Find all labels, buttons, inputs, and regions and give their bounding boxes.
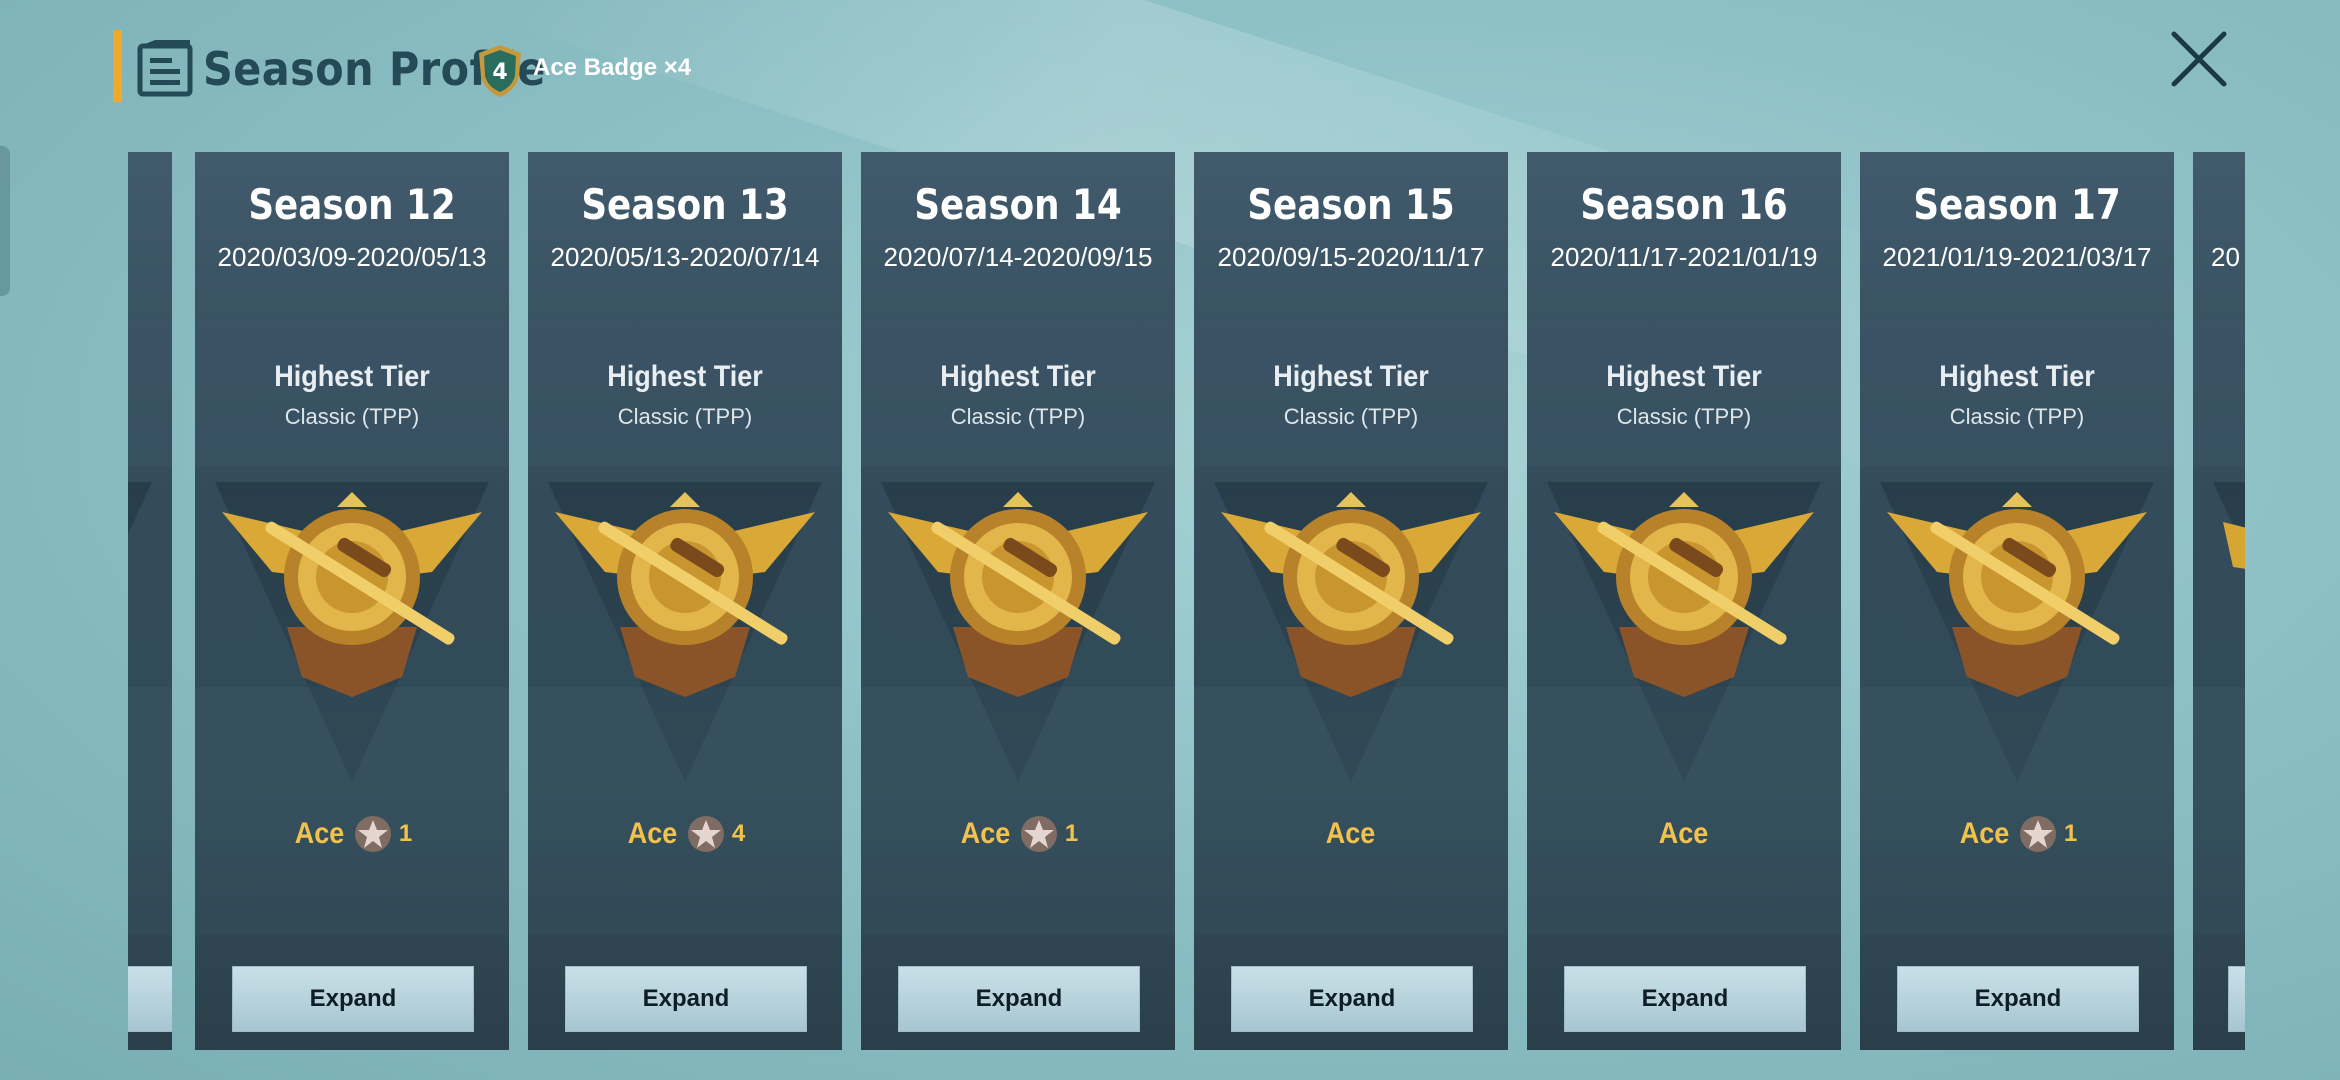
rank-label: Ace — [1326, 817, 1376, 850]
tier-mode: Classic (TPP) — [950, 404, 1086, 429]
highest-tier-label: Highest Tier — [1939, 360, 2095, 393]
ace-emblem-icon — [1221, 492, 1481, 697]
season-card[interactable]: Season 14 2020/07/14-2020/09/15 Highest … — [861, 152, 1175, 1050]
side-tab-handle[interactable] — [0, 146, 10, 296]
season-dates: 2020/11/17-2021/01/19 — [1550, 242, 1818, 272]
card-footer — [128, 935, 172, 1050]
card-header-bg — [2193, 152, 2245, 322]
rank-label: Ace — [627, 817, 678, 850]
expand-button[interactable]: Expand — [1897, 966, 2139, 1032]
rank-row: Ace — [1527, 814, 1841, 854]
card-header-bg — [128, 152, 172, 322]
season-name: Season 15 — [1247, 180, 1455, 229]
expand-button[interactable] — [128, 966, 172, 1032]
highest-tier-label: Highest Tier — [274, 360, 430, 393]
star-count: 4 — [731, 820, 746, 847]
rank-row: Ace 1 — [861, 814, 1175, 854]
card-footer: Expand — [1527, 935, 1841, 1050]
profile-card-icon — [137, 40, 193, 97]
tier-mode: Classic (TPP) — [617, 404, 753, 429]
star-count: 1 — [2063, 820, 2078, 847]
season-card[interactable]: Season 15 2020/09/15-2020/11/17 Highest … — [1194, 152, 1508, 1050]
expand-button[interactable]: Expand — [565, 966, 807, 1032]
season-dates: 2020/07/14-2020/09/15 — [883, 242, 1153, 272]
card-header-bg — [1860, 152, 2174, 322]
card-footer: Expand — [195, 935, 509, 1050]
rank-row: Ace 1 — [195, 814, 509, 854]
season-name: Season 17 — [1913, 180, 2121, 229]
card-footer: Expand — [1194, 935, 1508, 1050]
season-dates: 2020/09/15-2020/11/17 — [1217, 242, 1485, 272]
season-dates-fragment: 20 — [2211, 242, 2240, 272]
rank-label: Ace — [1659, 817, 1709, 850]
card-footer: Expand — [528, 935, 842, 1050]
season-card[interactable]: Season 13 2020/05/13-2020/07/14 Highest … — [528, 152, 842, 1050]
ace-emblem-icon — [555, 492, 815, 697]
season-name: Season 16 — [1580, 180, 1788, 229]
season-card-partial-right[interactable]: 20 — [2193, 152, 2245, 1050]
star-icon — [354, 816, 391, 852]
expand-button[interactable]: Expand — [1231, 966, 1473, 1032]
season-name: Season 13 — [581, 180, 789, 229]
tier-mode: Classic (TPP) — [1283, 404, 1419, 429]
highest-tier-label: Highest Tier — [1273, 360, 1429, 393]
card-header-bg — [528, 152, 842, 322]
card-footer: Expand — [1860, 935, 2174, 1050]
card-footer — [2193, 935, 2245, 1050]
card-header-bg — [195, 152, 509, 322]
rank-label: Ace — [294, 817, 345, 850]
ace-emblem-icon — [1887, 492, 2147, 697]
expand-button[interactable]: Expand — [898, 966, 1140, 1032]
tier-mode: Classic (TPP) — [1616, 404, 1752, 429]
card-header-bg — [1527, 152, 1841, 322]
season-carousel[interactable]: 9 Season 12 2020/03/09-2020/05/13 Highes… — [128, 140, 2245, 1050]
ace-emblem-icon — [222, 492, 482, 697]
season-name: Season 14 — [914, 180, 1122, 229]
season-card[interactable]: Season 16 2020/11/17-2021/01/19 Highest … — [1527, 152, 1841, 1050]
close-icon[interactable] — [2168, 28, 2230, 90]
card-footer: Expand — [861, 935, 1175, 1050]
rank-label: Ace — [960, 817, 1011, 850]
star-icon — [687, 816, 724, 852]
ace-badge-count: Ace Badge ×4 — [533, 54, 692, 81]
season-card[interactable]: Season 12 2020/03/09-2020/05/13 Highest … — [195, 152, 509, 1050]
title-accent-bar — [113, 30, 122, 102]
season-card[interactable]: Season 17 2021/01/19-2021/03/17 Highest … — [1860, 152, 2174, 1050]
highest-tier-label: Highest Tier — [940, 360, 1096, 393]
tier-mode: Classic (TPP) — [1949, 404, 2085, 429]
highest-tier-label: Highest Tier — [1606, 360, 1762, 393]
rank-row: Ace 1 — [1860, 814, 2174, 854]
season-card-partial-left[interactable]: 9 — [128, 152, 172, 1050]
rank-row: Ace — [1194, 814, 1508, 854]
ace-emblem-icon — [888, 492, 1148, 697]
highest-tier-label: Highest Tier — [607, 360, 763, 393]
season-name: Season 12 — [248, 180, 456, 229]
season-dates: 2020/05/13-2020/07/14 — [550, 242, 820, 272]
ace-emblem-icon — [1554, 492, 1814, 697]
card-header-bg — [861, 152, 1175, 322]
tier-mode: Classic (TPP) — [284, 404, 420, 429]
rank-label: Ace — [1959, 817, 2010, 850]
expand-button[interactable]: Expand — [232, 966, 474, 1032]
star-icon — [2019, 816, 2056, 852]
card-header-bg — [1194, 152, 1508, 322]
ace-badge-icon: 4 — [479, 45, 521, 97]
rank-row: Ace 4 — [528, 814, 842, 854]
expand-button[interactable] — [2228, 966, 2245, 1032]
season-dates: 2020/03/09-2020/05/13 — [217, 242, 487, 272]
badge-number: 4 — [492, 60, 507, 85]
expand-button[interactable]: Expand — [1564, 966, 1806, 1032]
ace-emblem-icon — [2223, 522, 2245, 569]
star-count: 1 — [398, 820, 413, 847]
star-icon — [1020, 816, 1057, 852]
season-dates: 2021/01/19-2021/03/17 — [1882, 242, 2152, 272]
star-count: 1 — [1064, 820, 1079, 847]
